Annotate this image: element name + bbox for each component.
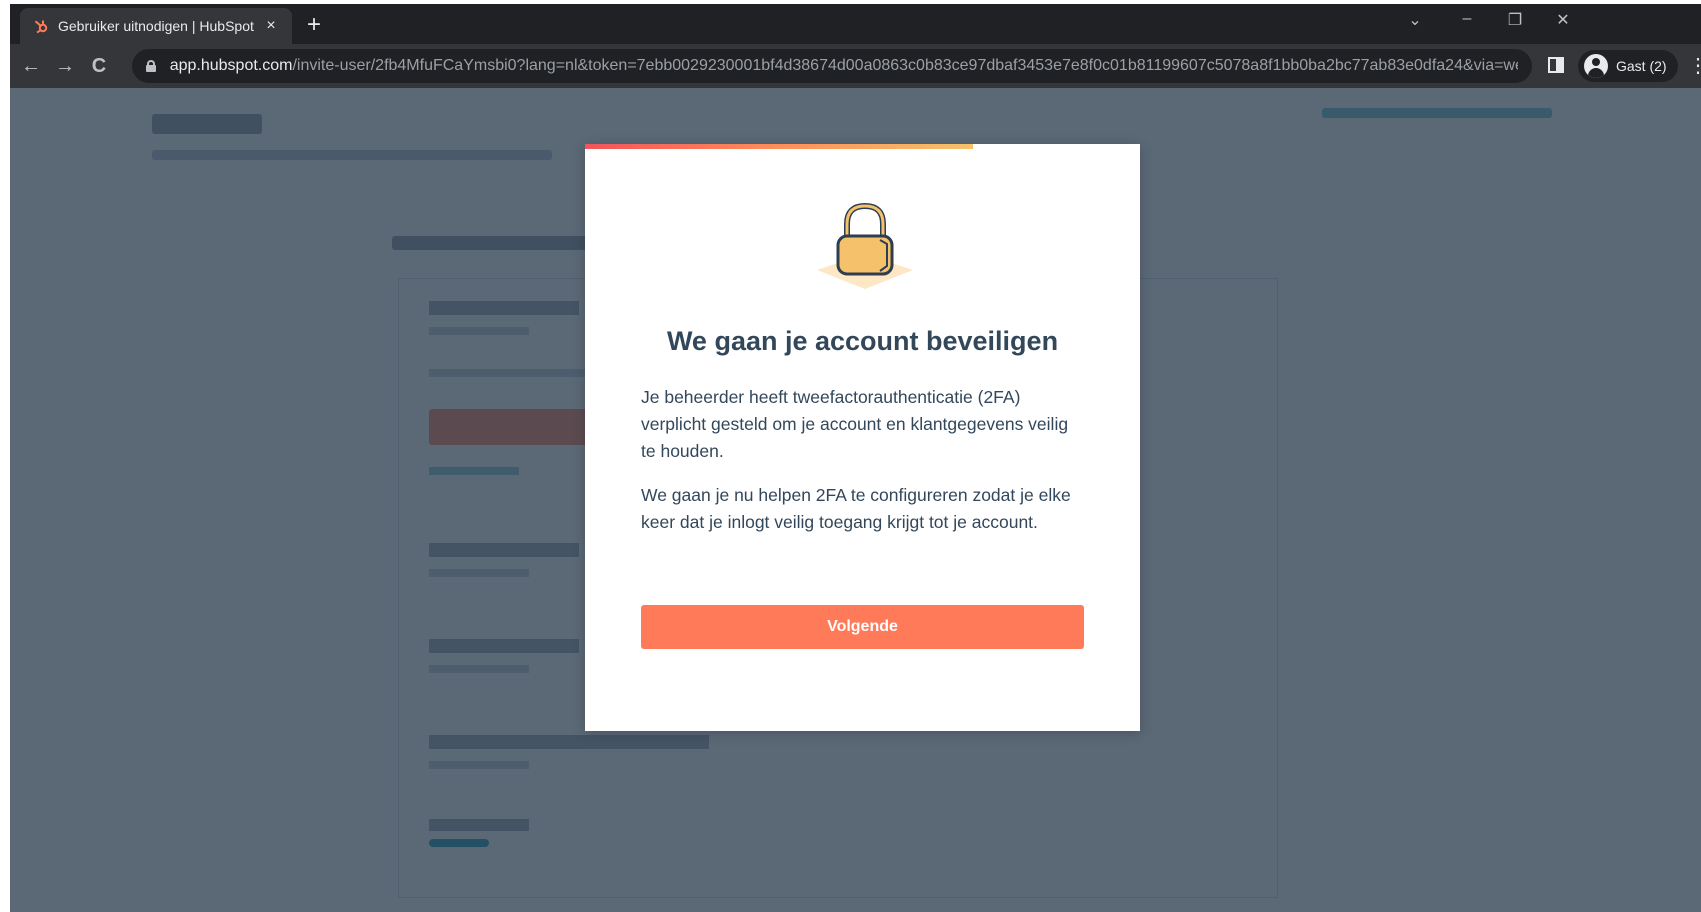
restore-icon[interactable]: ❐ [1500,10,1530,30]
modal-paragraph: Je beheerder heeft tweefactorauthenticat… [641,387,1069,461]
browser-window: Gebruiker uitnodigen | HubSpot × + ⌄ – ❐… [10,4,1701,88]
security-modal: We gaan je account beveiligen Je beheerd… [585,144,1140,731]
next-button[interactable]: Volgende [641,605,1084,649]
tab-close-icon[interactable]: × [262,17,280,35]
forward-icon[interactable]: → [52,54,78,78]
page-content: We gaan je account beveiligen Je beheerd… [10,88,1701,912]
modal-paragraph: We gaan je nu helpen 2FA te configureren… [641,485,1071,532]
url-text: app.hubspot.com/invite-user/2fb4MfuFCaYm… [169,57,1518,74]
browser-tab[interactable]: Gebruiker uitnodigen | HubSpot × [20,8,292,44]
modal-title: We gaan je account beveiligen [666,326,1059,356]
profile-label: Gast (2) [1616,58,1667,74]
new-tab-button[interactable]: + [300,13,328,37]
hubspot-logo-icon [32,17,50,35]
minimize-icon[interactable]: – [1452,10,1482,28]
profile-button[interactable]: Gast (2) [1578,50,1678,82]
screen: Gebruiker uitnodigen | HubSpot × + ⌄ – ❐… [0,0,1701,912]
menu-icon[interactable]: ⋮ [1688,54,1701,78]
modal-body: Je beheerder heeft tweefactorauthenticat… [641,384,1081,553]
tab-title: Gebruiker uitnodigen | HubSpot [58,18,254,34]
side-panel-icon[interactable] [1548,57,1564,73]
back-icon[interactable]: ← [18,54,44,78]
close-window-icon[interactable]: ✕ [1548,10,1578,30]
tab-strip: Gebruiker uitnodigen | HubSpot × + ⌄ – ❐… [10,4,1701,44]
browser-toolbar: ← → C app.hubspot.com/invite-user/2fb4Mf… [10,44,1701,88]
padlock-icon [810,196,920,296]
reload-icon[interactable]: C [86,54,112,78]
modal-progress-bar [585,144,973,149]
tab-search-icon[interactable]: ⌄ [1400,10,1430,30]
avatar-icon [1584,54,1608,78]
address-bar[interactable]: app.hubspot.com/invite-user/2fb4MfuFCaYm… [132,49,1532,83]
lock-icon[interactable] [146,60,156,72]
